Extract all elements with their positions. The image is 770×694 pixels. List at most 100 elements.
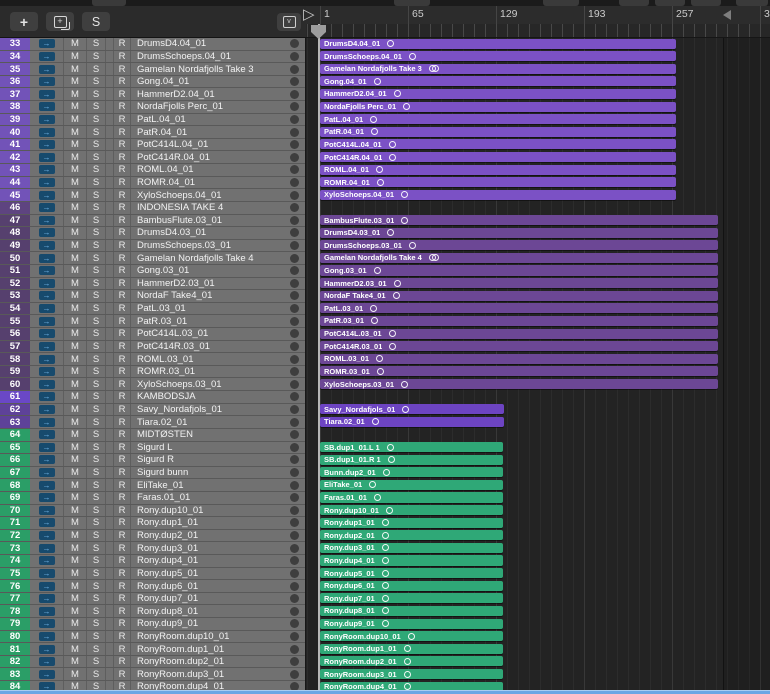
mute-button[interactable]: M <box>64 366 87 378</box>
track-row[interactable]: 57→MSRPotC414R.03_01 <box>0 341 305 354</box>
track-arrow-icon[interactable]: → <box>39 455 55 464</box>
region[interactable]: Rony.dup7_01 <box>320 593 503 603</box>
solo-button[interactable]: S <box>87 227 106 239</box>
solo-button[interactable]: S <box>87 505 106 517</box>
record-button[interactable]: R <box>114 151 131 163</box>
record-button[interactable]: R <box>114 454 131 466</box>
solo-button[interactable]: S <box>87 656 106 668</box>
mute-button[interactable]: M <box>64 315 87 327</box>
mute-button[interactable]: M <box>64 404 87 416</box>
track-arrow-icon[interactable]: → <box>39 178 55 187</box>
mute-button[interactable]: M <box>64 605 87 617</box>
mute-button[interactable]: M <box>64 38 87 50</box>
record-enable-circle[interactable] <box>290 140 299 149</box>
solo-button[interactable]: S <box>87 454 106 466</box>
region[interactable]: RonyRoom.dup1_01 <box>320 644 503 654</box>
mute-button[interactable]: M <box>64 240 87 252</box>
solo-button[interactable]: S <box>87 51 106 63</box>
track-arrow-icon[interactable]: → <box>39 443 55 452</box>
mute-button[interactable]: M <box>64 668 87 680</box>
record-button[interactable]: R <box>114 568 131 580</box>
region[interactable]: PatL.03_01 <box>320 303 718 313</box>
record-enable-circle[interactable] <box>290 102 299 111</box>
solo-button[interactable]: S <box>87 668 106 680</box>
track-row[interactable]: 36→MSRGong.04_01 <box>0 76 305 89</box>
region[interactable]: PotC414R.04_01 <box>320 152 676 162</box>
record-button[interactable]: R <box>114 353 131 365</box>
region[interactable]: PatR.04_01 <box>320 127 676 137</box>
record-enable-circle[interactable] <box>290 481 299 490</box>
region[interactable]: ROML.04_01 <box>320 165 676 175</box>
record-enable-circle[interactable] <box>290 266 299 275</box>
mute-button[interactable]: M <box>64 580 87 592</box>
record-enable-circle[interactable] <box>290 216 299 225</box>
record-enable-circle[interactable] <box>290 178 299 187</box>
record-enable-circle[interactable] <box>290 607 299 616</box>
track-arrow-icon[interactable]: → <box>39 291 55 300</box>
mute-button[interactable]: M <box>64 416 87 428</box>
record-button[interactable]: R <box>114 126 131 138</box>
mute-button[interactable]: M <box>64 177 87 189</box>
solo-button[interactable]: S <box>87 568 106 580</box>
record-button[interactable]: R <box>114 378 131 390</box>
solo-button[interactable]: S <box>87 164 106 176</box>
track-row[interactable]: 45→MSRXyloSchoeps.04_01 <box>0 189 305 202</box>
track-arrow-icon[interactable]: → <box>39 77 55 86</box>
track-arrow-icon[interactable]: → <box>39 544 55 553</box>
record-enable-circle[interactable] <box>290 594 299 603</box>
ruler-tick-strip[interactable] <box>306 24 770 38</box>
track-row[interactable]: 34→MSRDrumsSchoeps.04_01 <box>0 51 305 64</box>
track-row[interactable]: 81→MSRRonyRoom.dup1_01 <box>0 643 305 656</box>
region[interactable]: Savy_Nordafjols_01 <box>320 404 504 414</box>
solo-button[interactable]: S <box>87 151 106 163</box>
duplicate-track-button[interactable]: + <box>46 12 74 31</box>
record-button[interactable]: R <box>114 278 131 290</box>
track-arrow-icon[interactable]: → <box>39 39 55 48</box>
record-button[interactable]: R <box>114 643 131 655</box>
project-end-marker-icon[interactable] <box>723 10 731 20</box>
mute-button[interactable]: M <box>64 76 87 88</box>
region[interactable]: Rony.dup9_01 <box>320 619 503 629</box>
mute-button[interactable]: M <box>64 517 87 529</box>
record-enable-circle[interactable] <box>290 392 299 401</box>
record-button[interactable]: R <box>114 63 131 75</box>
record-button[interactable]: R <box>114 303 131 315</box>
track-arrow-icon[interactable]: → <box>39 556 55 565</box>
region[interactable]: NordaFjolls Perc_01 <box>320 102 676 112</box>
mute-button[interactable]: M <box>64 290 87 302</box>
record-button[interactable]: R <box>114 240 131 252</box>
region[interactable]: EliTake_01 <box>320 480 503 490</box>
record-enable-circle[interactable] <box>290 670 299 679</box>
track-arrow-icon[interactable]: → <box>39 506 55 515</box>
record-enable-circle[interactable] <box>290 405 299 414</box>
mute-button[interactable]: M <box>64 252 87 264</box>
region[interactable]: SB.dup1_01.R 1 <box>320 455 503 465</box>
region[interactable]: DrumsD4.03_01 <box>320 228 718 238</box>
record-enable-circle[interactable] <box>290 342 299 351</box>
track-row[interactable]: 75→MSRRony.dup5_01 <box>0 568 305 581</box>
mute-button[interactable]: M <box>64 126 87 138</box>
track-arrow-icon[interactable]: → <box>39 418 55 427</box>
record-enable-circle[interactable] <box>290 430 299 439</box>
region[interactable]: Rony.dup5_01 <box>320 568 503 578</box>
mute-button[interactable]: M <box>64 656 87 668</box>
track-arrow-icon[interactable]: → <box>39 367 55 376</box>
solo-button[interactable]: S <box>87 479 106 491</box>
track-row[interactable]: 33→MSRDrumsD4.04_01 <box>0 38 305 51</box>
track-row[interactable]: 80→MSRRonyRoom.dup10_01 <box>0 631 305 644</box>
region[interactable]: PatL.04_01 <box>320 114 676 124</box>
record-enable-circle[interactable] <box>290 506 299 515</box>
region[interactable]: ROMR.04_01 <box>320 177 676 187</box>
record-button[interactable]: R <box>114 88 131 100</box>
mute-button[interactable]: M <box>64 479 87 491</box>
solo-button[interactable]: S <box>87 315 106 327</box>
region[interactable]: Tiara.02_01 <box>320 417 504 427</box>
record-enable-circle[interactable] <box>290 279 299 288</box>
track-row[interactable]: 42→MSRPotC414R.04_01 <box>0 151 305 164</box>
mute-button[interactable]: M <box>64 215 87 227</box>
track-header-config-button[interactable]: v <box>277 13 301 31</box>
track-arrow-icon[interactable]: → <box>39 430 55 439</box>
record-enable-circle[interactable] <box>290 544 299 553</box>
track-row[interactable]: 48→MSRDrumsD4.03_01 <box>0 227 305 240</box>
record-button[interactable]: R <box>114 442 131 454</box>
